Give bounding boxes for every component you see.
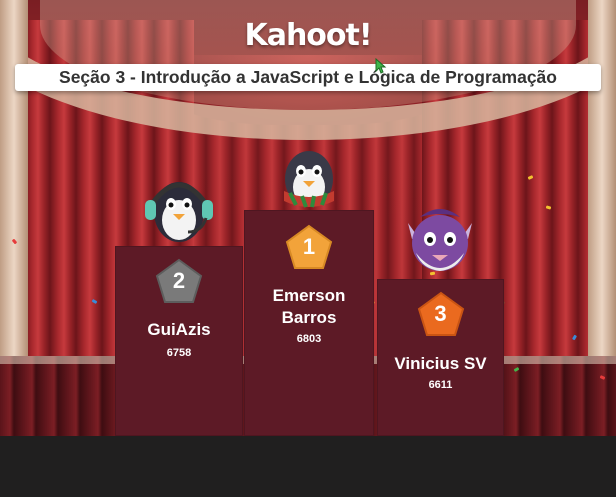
player-score: 6758 xyxy=(166,347,192,359)
podium-first-place: 1 Emerson Barros 6803 xyxy=(244,210,374,436)
avatar-scarf-penguin xyxy=(284,151,334,208)
kahoot-logo: Kahoot! xyxy=(244,18,372,53)
avatar-purple-monster xyxy=(408,209,472,271)
rank-badge-2: 2 xyxy=(155,258,203,304)
right-pillar xyxy=(588,0,616,380)
podium-second-place: 2 GuiAzis 6758 xyxy=(115,246,243,436)
player-name: Emerson Barros xyxy=(244,285,374,329)
rank-number: 2 xyxy=(172,268,186,293)
player-name-line2: Barros xyxy=(281,308,337,327)
quiz-title-bar: Seção 3 - Introdução a JavaScript e Lógi… xyxy=(15,64,601,91)
player-score: 6803 xyxy=(296,333,322,345)
rank-number: 1 xyxy=(302,234,316,259)
left-pillar xyxy=(0,0,28,380)
player-name: GuiAzis xyxy=(147,320,211,339)
quiz-title: Seção 3 - Introdução a JavaScript e Lógi… xyxy=(59,67,557,87)
avatar-headset-penguin xyxy=(145,182,213,242)
rank-number: 3 xyxy=(434,301,447,326)
player-name-line1: Emerson xyxy=(272,286,346,305)
podium-third-place: 3 Vinicius SV 6611 xyxy=(377,279,504,436)
player-name: Vinicius SV xyxy=(394,354,487,373)
rank-badge-1: 1 xyxy=(285,224,333,270)
player-score: 6611 xyxy=(428,379,453,391)
bottom-bar xyxy=(0,436,616,497)
rank-badge-3: 3 xyxy=(417,291,465,337)
